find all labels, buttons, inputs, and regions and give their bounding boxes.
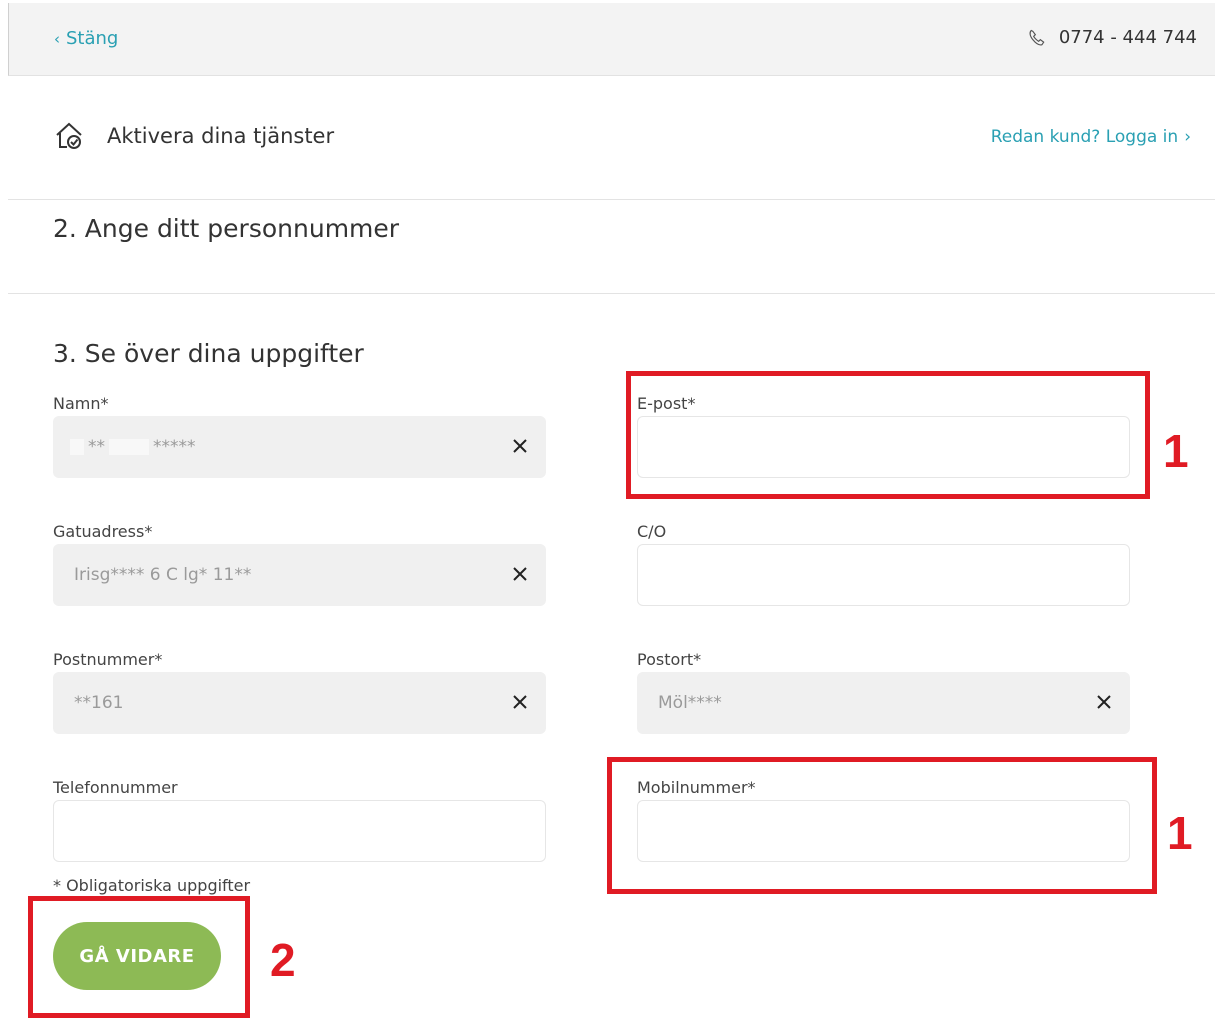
city-value: Möl**** bbox=[658, 693, 722, 713]
chevron-left-icon: ‹ bbox=[54, 29, 60, 48]
redaction-block bbox=[109, 439, 149, 455]
clear-icon[interactable] bbox=[1093, 691, 1115, 713]
phone-icon bbox=[1029, 29, 1045, 45]
close-label: Stäng bbox=[66, 28, 119, 49]
annotation-number-submit: 2 bbox=[270, 934, 296, 986]
annotation-box-mobile bbox=[607, 757, 1157, 894]
street-address-field[interactable]: Irisg**** 6 C lg* 11** bbox=[53, 544, 546, 606]
phone-contact[interactable]: 0774 - 444 744 bbox=[1027, 27, 1197, 48]
phone-field[interactable] bbox=[53, 800, 546, 862]
street-address-label: Gatuadress* bbox=[53, 522, 153, 541]
page-header: Aktivera dina tjänster bbox=[53, 120, 334, 152]
required-note: * Obligatoriska uppgifter bbox=[53, 876, 251, 895]
city-label: Postort* bbox=[637, 650, 702, 669]
annotation-number-mobile: 1 bbox=[1167, 807, 1193, 859]
page-title: Aktivera dina tjänster bbox=[107, 124, 335, 148]
clear-icon[interactable] bbox=[509, 563, 531, 585]
clear-icon[interactable] bbox=[509, 691, 531, 713]
step-2-title[interactable]: 2. Ange ditt personnummer bbox=[53, 214, 399, 243]
annotation-box-email bbox=[626, 371, 1150, 499]
divider bbox=[8, 293, 1215, 294]
name-value: ** ***** bbox=[70, 437, 196, 457]
street-address-value: Irisg**** 6 C lg* 11** bbox=[74, 565, 252, 585]
name-value-part2: ***** bbox=[153, 437, 196, 457]
co-field[interactable] bbox=[637, 544, 1130, 606]
name-label: Namn* bbox=[53, 394, 109, 413]
annotation-box-submit bbox=[28, 896, 250, 1018]
co-label: C/O bbox=[637, 522, 667, 541]
login-link-label: Redan kund? Logga in bbox=[990, 127, 1179, 147]
redaction-block bbox=[70, 439, 84, 455]
step-3-title: 3. Se över dina uppgifter bbox=[53, 339, 364, 368]
phone-number: 0774 - 444 744 bbox=[1058, 27, 1197, 48]
postal-code-label: Postnummer* bbox=[53, 650, 163, 669]
name-field[interactable]: ** ***** bbox=[53, 416, 546, 478]
login-link[interactable]: Redan kund? Logga in › bbox=[991, 127, 1191, 147]
divider bbox=[8, 199, 1215, 200]
postal-code-field[interactable]: **161 bbox=[53, 672, 546, 734]
postal-code-value: **161 bbox=[74, 693, 124, 713]
chevron-right-icon: › bbox=[1184, 127, 1191, 147]
name-value-part1: ** bbox=[88, 437, 105, 457]
clear-icon[interactable] bbox=[509, 435, 531, 457]
home-check-icon bbox=[56, 122, 82, 149]
annotation-number-email: 1 bbox=[1163, 425, 1189, 477]
close-link[interactable]: ‹ Stäng bbox=[54, 28, 118, 49]
phone-label: Telefonnummer bbox=[53, 778, 178, 797]
city-field[interactable]: Möl**** bbox=[637, 672, 1130, 734]
top-bar: ‹ Stäng 0774 - 444 744 bbox=[8, 3, 1215, 76]
